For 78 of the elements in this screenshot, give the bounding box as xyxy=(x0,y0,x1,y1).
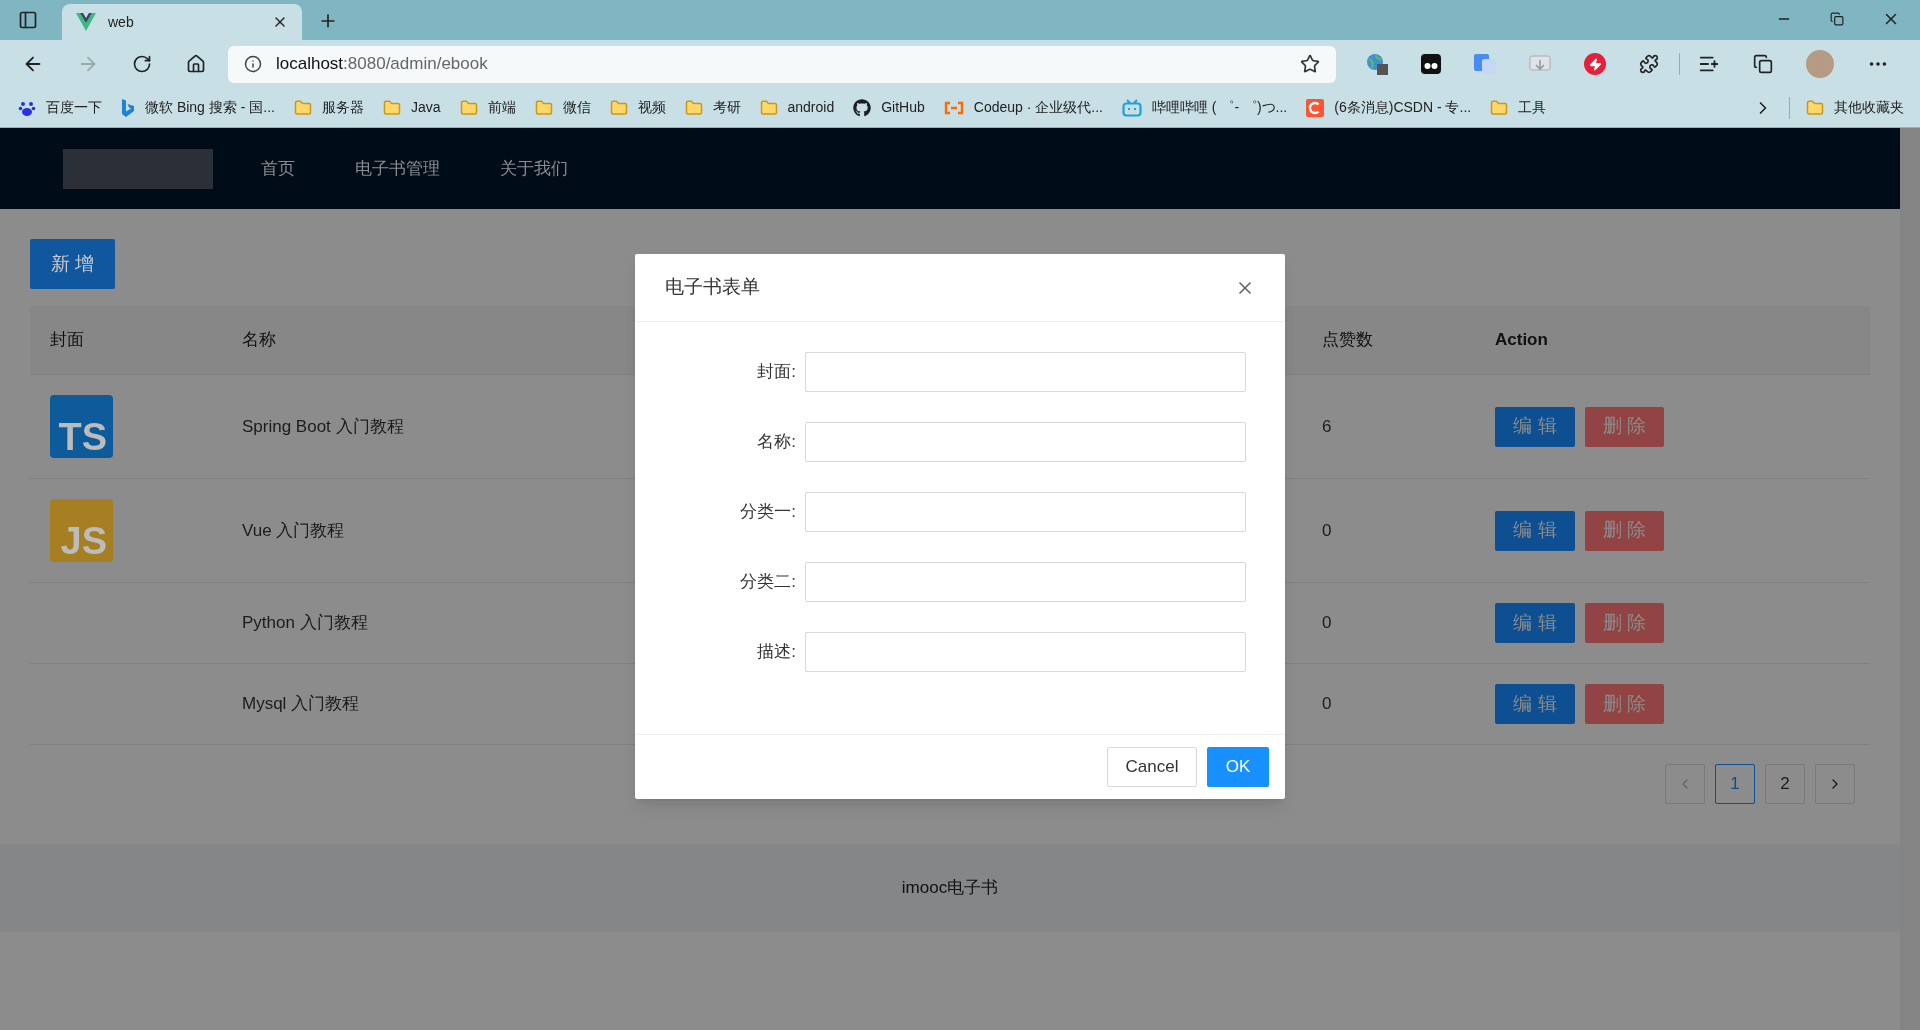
footer-text: imooc电子书 xyxy=(901,877,999,900)
bookmark[interactable]: 哔哩哔哩 ( ゜- ゜)つ... xyxy=(1121,97,1288,118)
dialog-title: 电子书表单 xyxy=(665,275,760,300)
column-header: 点赞数 xyxy=(1322,330,1373,350)
add-button[interactable]: 新 增 xyxy=(30,239,115,289)
bookmark[interactable]: 视频 xyxy=(609,97,666,118)
table-cell: Vue 入门教程 xyxy=(242,520,345,540)
folder-icon xyxy=(609,98,628,117)
nav-item[interactable]: 首页 xyxy=(231,155,325,182)
folder-icon xyxy=(293,98,312,117)
tab-title: web xyxy=(108,12,135,32)
input-field[interactable] xyxy=(805,562,1246,602)
bookmark[interactable]: GitHub xyxy=(853,97,925,118)
field-label: 名称: xyxy=(756,431,797,454)
url-text: localhost:8080/admin/ebook xyxy=(276,53,489,76)
bookmark[interactable]: 其他收藏夹 xyxy=(1806,97,1904,118)
bookmark[interactable]: 考研 xyxy=(684,97,741,118)
nav-item[interactable]: 关于我们 xyxy=(470,155,598,182)
bookmark[interactable]: 服务器 xyxy=(293,97,364,118)
bookmark[interactable]: 微软 Bing 搜索 - 国... xyxy=(121,97,275,118)
input-field[interactable] xyxy=(805,422,1246,462)
table-cell: Spring Boot 入门教程 xyxy=(242,416,404,436)
bookmark[interactable]: Java xyxy=(382,97,441,118)
page-button[interactable]: 2 xyxy=(1765,764,1805,804)
column-header: Action xyxy=(1495,329,1548,352)
folder-icon xyxy=(759,98,778,117)
bookmark[interactable]: (6条消息)CSDN - 专... xyxy=(1306,97,1472,118)
input-field[interactable] xyxy=(805,632,1246,672)
bookmark[interactable]: 百度一下 xyxy=(18,97,102,118)
csdn-logo-icon xyxy=(1306,98,1325,117)
table-cell: Mysql 入门教程 xyxy=(242,694,360,714)
column-header: 名称 xyxy=(242,330,276,350)
folder-icon xyxy=(1806,98,1824,117)
bookmark[interactable]: Codeup · 企业级代... xyxy=(943,97,1103,118)
github-icon xyxy=(853,98,872,117)
home-icon[interactable] xyxy=(186,54,206,74)
scrollbar[interactable] xyxy=(1900,128,1920,1030)
info-icon[interactable] xyxy=(244,55,262,73)
folder-icon xyxy=(459,98,478,117)
table-cell: 6 xyxy=(1322,416,1332,436)
tv-icon xyxy=(1121,98,1142,117)
add-favorite-icon[interactable] xyxy=(1300,54,1320,74)
field-label: 分类一: xyxy=(739,501,797,524)
field-label: 分类二: xyxy=(739,571,797,594)
bolt-icon[interactable] xyxy=(1584,53,1606,75)
field-label: 封面: xyxy=(756,361,797,384)
cancel-button[interactable]: Cancel xyxy=(1107,747,1197,787)
browser-tab[interactable]: web xyxy=(62,4,302,40)
folder-icon xyxy=(1490,98,1509,117)
table-cell: Python 入门教程 xyxy=(242,613,368,633)
folder-icon xyxy=(684,98,703,117)
globe-icon[interactable] xyxy=(1366,53,1388,75)
bracket-logo-icon xyxy=(943,100,964,115)
cover-logo: JS xyxy=(50,499,113,562)
input-field[interactable] xyxy=(805,492,1246,532)
address-bar[interactable]: localhost:8080/admin/ebook xyxy=(228,45,1336,83)
bookmark[interactable]: 微信 xyxy=(534,97,591,118)
field-label: 描述: xyxy=(756,641,797,664)
bookmark[interactable]: 工具 xyxy=(1490,97,1547,118)
bookmark[interactable]: 前端 xyxy=(459,97,516,118)
column-header: 封面 xyxy=(50,330,84,350)
table-cell: 0 xyxy=(1322,520,1332,540)
nav-item[interactable]: 电子书管理 xyxy=(325,155,470,182)
mask-icon[interactable] xyxy=(1421,54,1441,74)
collections-icon[interactable] xyxy=(1753,54,1773,74)
table-cell: 0 xyxy=(1322,613,1332,633)
folder-icon xyxy=(382,98,401,117)
bookmark[interactable]: android xyxy=(759,97,835,118)
sidebar-icon[interactable] xyxy=(18,10,38,30)
bing-logo-icon xyxy=(121,98,135,117)
v-logo-icon xyxy=(76,13,96,31)
restore-icon[interactable] xyxy=(1830,12,1844,26)
folder-icon xyxy=(534,98,553,117)
extensions-icon[interactable] xyxy=(1639,54,1659,74)
reload-icon[interactable] xyxy=(132,54,152,74)
input-field[interactable] xyxy=(805,352,1246,392)
cover-logo: TS xyxy=(50,395,113,458)
table-cell: 0 xyxy=(1322,694,1332,714)
